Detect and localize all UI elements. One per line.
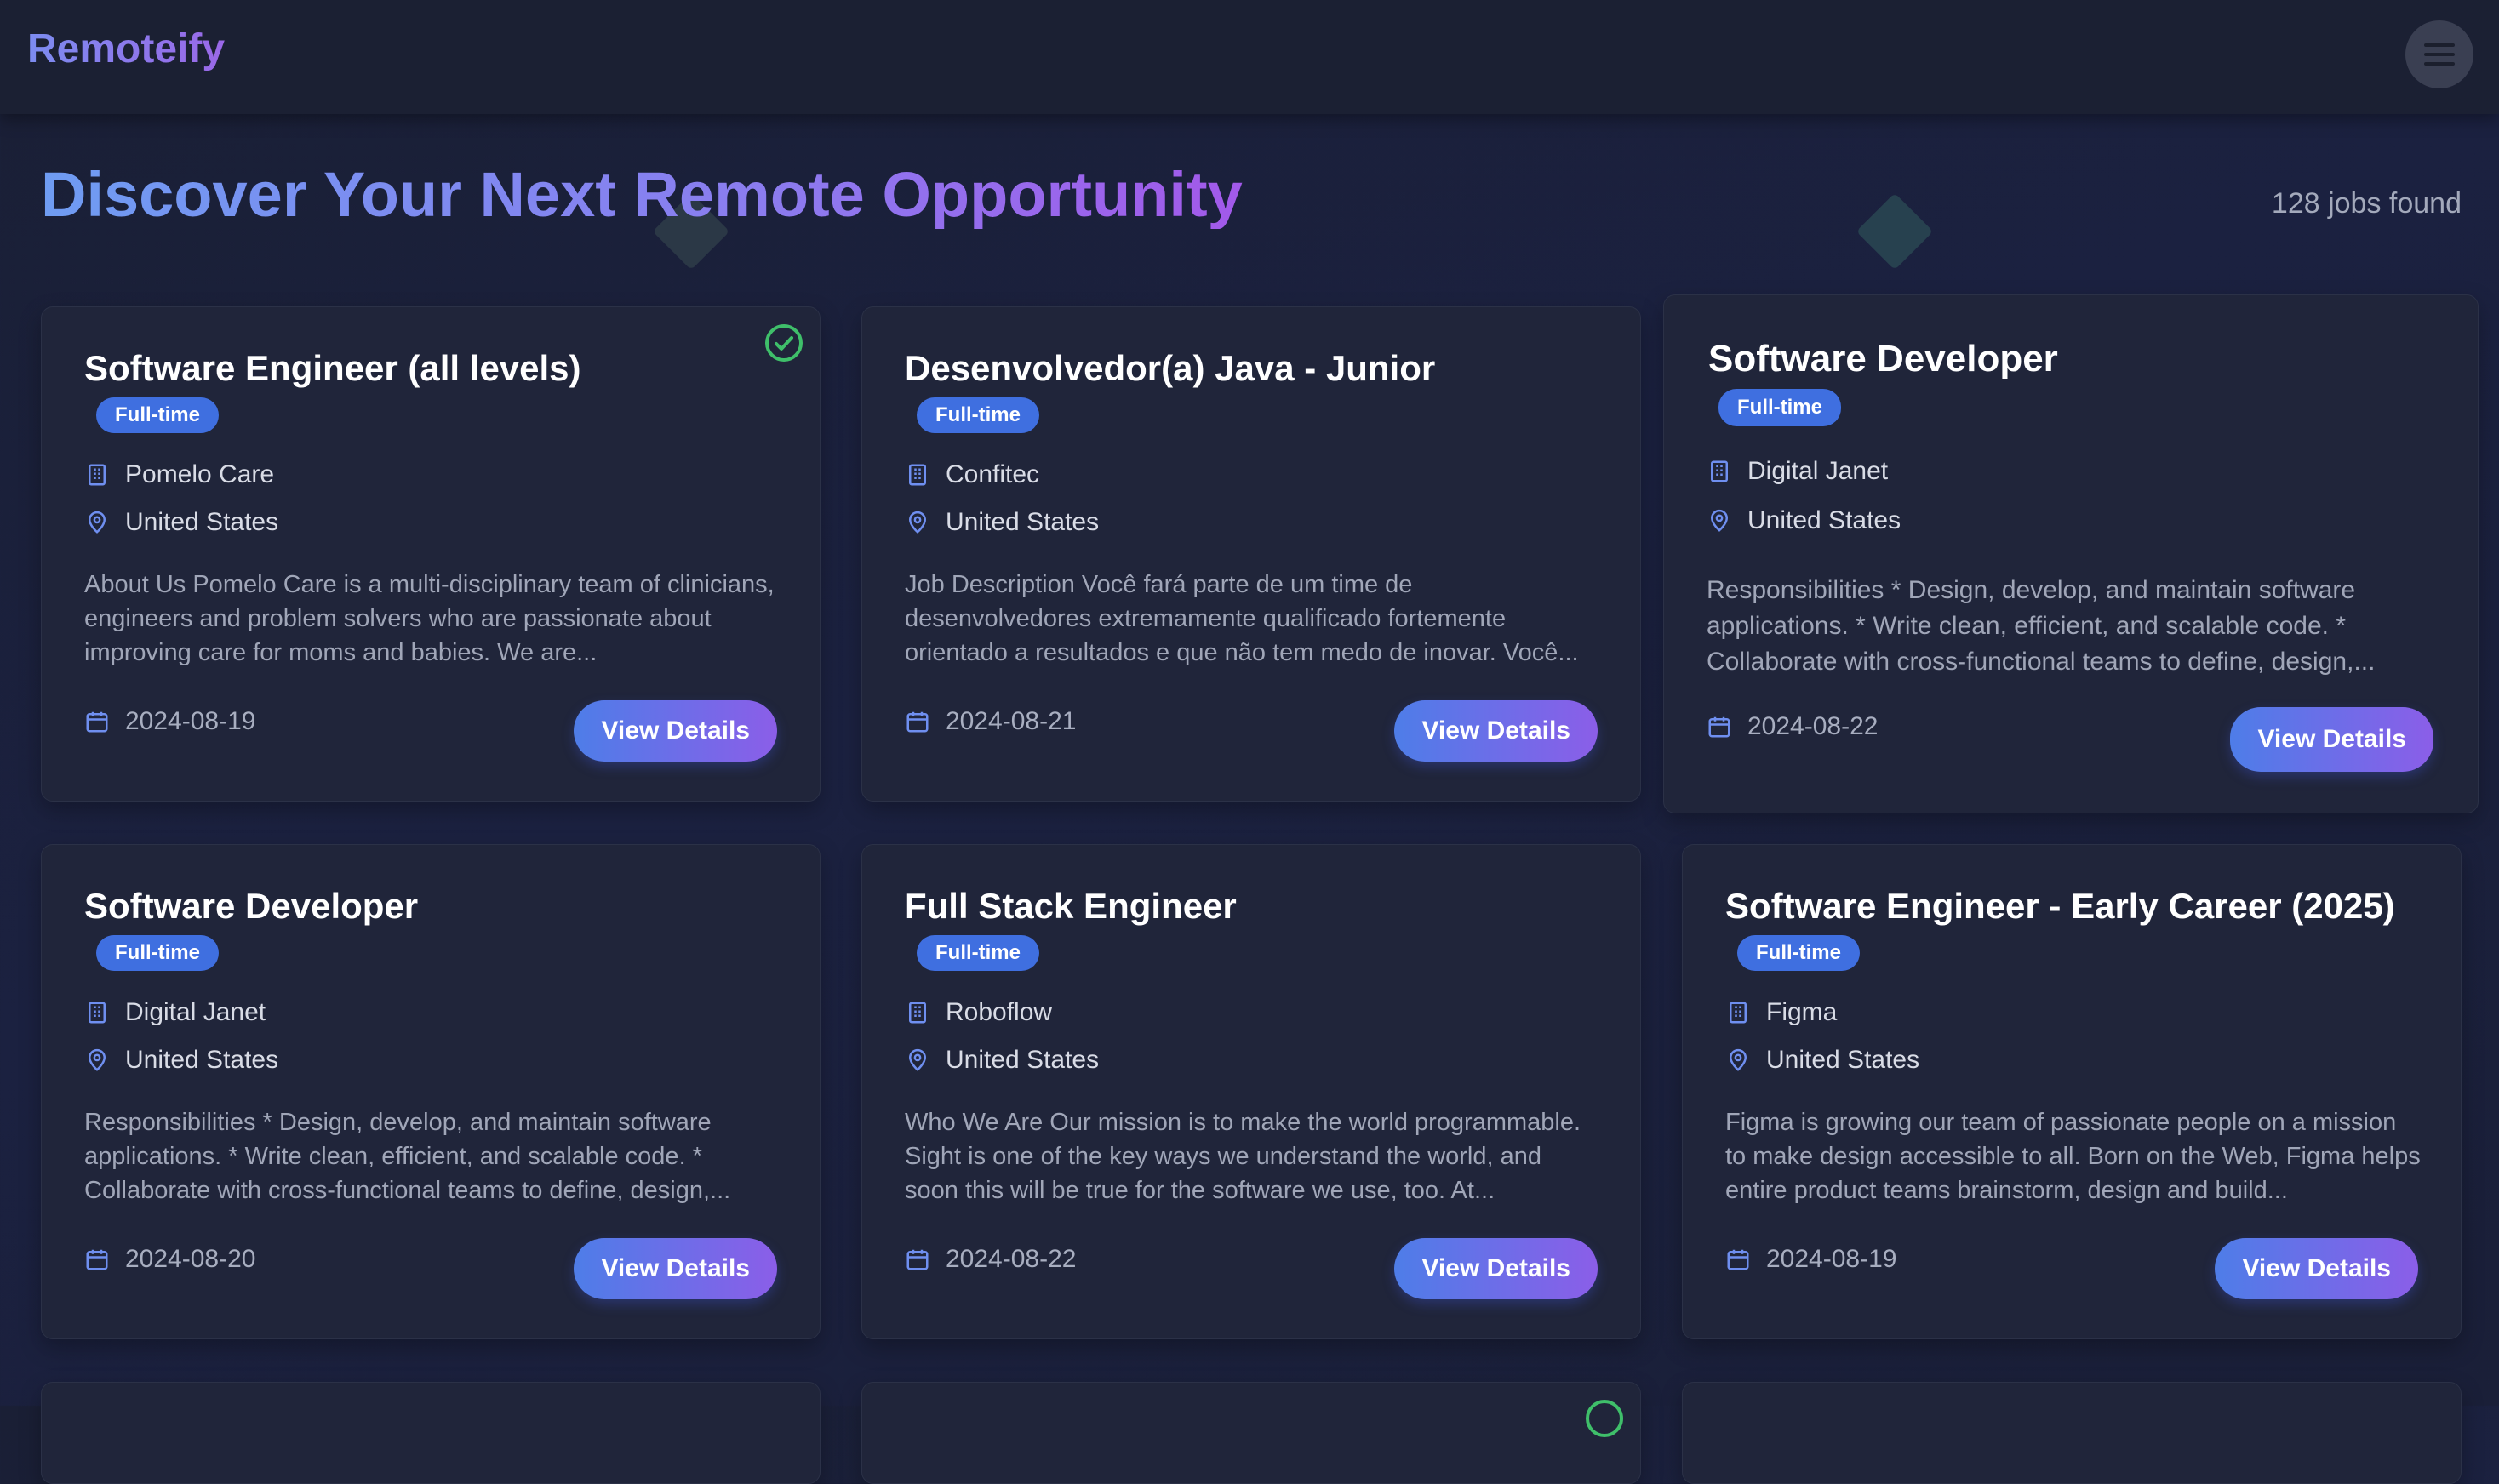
job-description: Who We Are Our mission is to make the wo… xyxy=(905,1109,1581,1204)
job-type-badge: Full-time xyxy=(917,397,1039,433)
company-row: Figma xyxy=(1725,998,1837,1027)
location-row: United States xyxy=(84,508,278,537)
location-pin-icon xyxy=(88,1048,106,1071)
viewed-check-icon xyxy=(1586,1400,1623,1437)
view-details-button[interactable]: View Details xyxy=(2230,707,2433,772)
job-description: Responsibilities * Design, develop, and … xyxy=(1707,576,2376,676)
location-pin-icon xyxy=(1710,509,1729,532)
company-row: Roboflow xyxy=(905,998,1052,1027)
posted-date: 2024-08-22 xyxy=(946,1245,1077,1273)
building-icon xyxy=(1711,460,1728,482)
job-card[interactable] xyxy=(41,1382,821,1484)
viewed-check-icon xyxy=(765,324,803,362)
building-icon xyxy=(1730,1002,1747,1024)
location-row: United States xyxy=(905,1046,1099,1075)
job-card[interactable]: Software Engineer - Early Career (2025) … xyxy=(1682,844,2462,1339)
company-row: Confitec xyxy=(905,460,1039,489)
company-row: Digital Janet xyxy=(84,998,266,1027)
location-pin-icon xyxy=(1729,1048,1747,1071)
location-pin-icon xyxy=(908,1048,927,1071)
job-description: Responsibilities * Design, develop, and … xyxy=(84,1109,731,1204)
decorative-shape xyxy=(1856,192,1934,271)
job-title[interactable]: Software Developer xyxy=(1708,338,2058,380)
job-title[interactable]: Software Engineer - Early Career (2025) xyxy=(1725,886,2395,927)
date-row: 2024-08-19 xyxy=(84,707,255,736)
job-title[interactable]: Full Stack Engineer xyxy=(905,886,1237,927)
date-row: 2024-08-20 xyxy=(84,1245,255,1274)
page-title: Discover Your Next Remote Opportunity xyxy=(41,159,1243,230)
location-pin-icon xyxy=(88,511,106,534)
job-type-badge: Full-time xyxy=(96,935,219,971)
building-icon xyxy=(909,464,926,486)
job-description: Figma is growing our team of passionate … xyxy=(1725,1109,2421,1204)
hamburger-menu-icon xyxy=(2424,43,2455,47)
job-card[interactable]: Software Developer Full-time Digital Jan… xyxy=(41,844,821,1339)
view-details-button[interactable]: View Details xyxy=(1394,700,1598,762)
calendar-icon xyxy=(1708,716,1730,738)
job-location: United States xyxy=(1766,1046,1920,1074)
date-row: 2024-08-19 xyxy=(1725,1245,1896,1274)
company-name: Confitec xyxy=(946,460,1040,488)
job-card[interactable] xyxy=(861,1382,1641,1484)
date-row: 2024-08-21 xyxy=(905,707,1076,736)
job-location: United States xyxy=(946,508,1100,536)
posted-date: 2024-08-19 xyxy=(1766,1245,1897,1273)
location-row: United States xyxy=(905,508,1099,537)
job-card[interactable]: Software Developer Full-time Digital Jan… xyxy=(1663,294,2479,813)
building-icon xyxy=(89,1002,106,1024)
calendar-icon xyxy=(86,1249,108,1270)
calendar-icon xyxy=(906,1249,929,1270)
job-type-badge: Full-time xyxy=(96,397,219,433)
job-type-badge: Full-time xyxy=(917,935,1039,971)
company-name: Digital Janet xyxy=(125,998,266,1026)
hamburger-menu-button[interactable] xyxy=(2405,20,2473,88)
job-card[interactable] xyxy=(1682,1382,2462,1484)
job-location: United States xyxy=(1747,506,1901,534)
posted-date: 2024-08-20 xyxy=(125,1245,256,1273)
company-name: Figma xyxy=(1766,998,1838,1026)
job-location: United States xyxy=(125,508,279,536)
location-row: United States xyxy=(1725,1046,1919,1075)
building-icon xyxy=(89,464,106,486)
calendar-icon xyxy=(86,711,108,733)
calendar-icon xyxy=(1727,1249,1749,1270)
view-details-button[interactable]: View Details xyxy=(574,1238,777,1299)
view-details-button[interactable]: View Details xyxy=(1394,1238,1598,1299)
company-row: Digital Janet xyxy=(1707,457,1888,486)
location-row: United States xyxy=(1707,506,1901,535)
top-navbar: Remoteify xyxy=(0,0,2499,114)
job-card[interactable]: Full Stack Engineer Full-time Roboflow U… xyxy=(861,844,1641,1339)
calendar-icon xyxy=(906,711,929,733)
job-description: Job Description Você fará parte de um ti… xyxy=(905,571,1579,666)
posted-date: 2024-08-22 xyxy=(1747,712,1879,740)
posted-date: 2024-08-21 xyxy=(946,707,1077,735)
app-logo[interactable]: Remoteify xyxy=(27,26,225,72)
job-type-badge: Full-time xyxy=(1718,389,1841,426)
date-row: 2024-08-22 xyxy=(905,1245,1076,1274)
view-details-button[interactable]: View Details xyxy=(574,700,777,762)
location-row: United States xyxy=(84,1046,278,1075)
jobs-found-count: 128 jobs found xyxy=(2271,187,2462,220)
job-card[interactable]: Desenvolvedor(a) Java - Junior Full-time… xyxy=(861,306,1641,802)
job-location: United States xyxy=(946,1046,1100,1074)
job-location: United States xyxy=(125,1046,279,1074)
company-name: Digital Janet xyxy=(1747,457,1889,485)
company-name: Roboflow xyxy=(946,998,1053,1026)
date-row: 2024-08-22 xyxy=(1707,712,1878,741)
posted-date: 2024-08-19 xyxy=(125,707,256,735)
job-title[interactable]: Desenvolvedor(a) Java - Junior xyxy=(905,348,1435,389)
view-details-button[interactable]: View Details xyxy=(2215,1238,2418,1299)
job-title[interactable]: Software Engineer (all levels) xyxy=(84,348,581,389)
location-pin-icon xyxy=(908,511,927,534)
company-row: Pomelo Care xyxy=(84,460,274,489)
job-title[interactable]: Software Developer xyxy=(84,886,418,927)
building-icon xyxy=(909,1002,926,1024)
job-type-badge: Full-time xyxy=(1737,935,1860,971)
job-card[interactable]: Software Engineer (all levels) Full-time… xyxy=(41,306,821,802)
job-description: About Us Pomelo Care is a multi-discipli… xyxy=(84,571,775,666)
company-name: Pomelo Care xyxy=(125,460,275,488)
